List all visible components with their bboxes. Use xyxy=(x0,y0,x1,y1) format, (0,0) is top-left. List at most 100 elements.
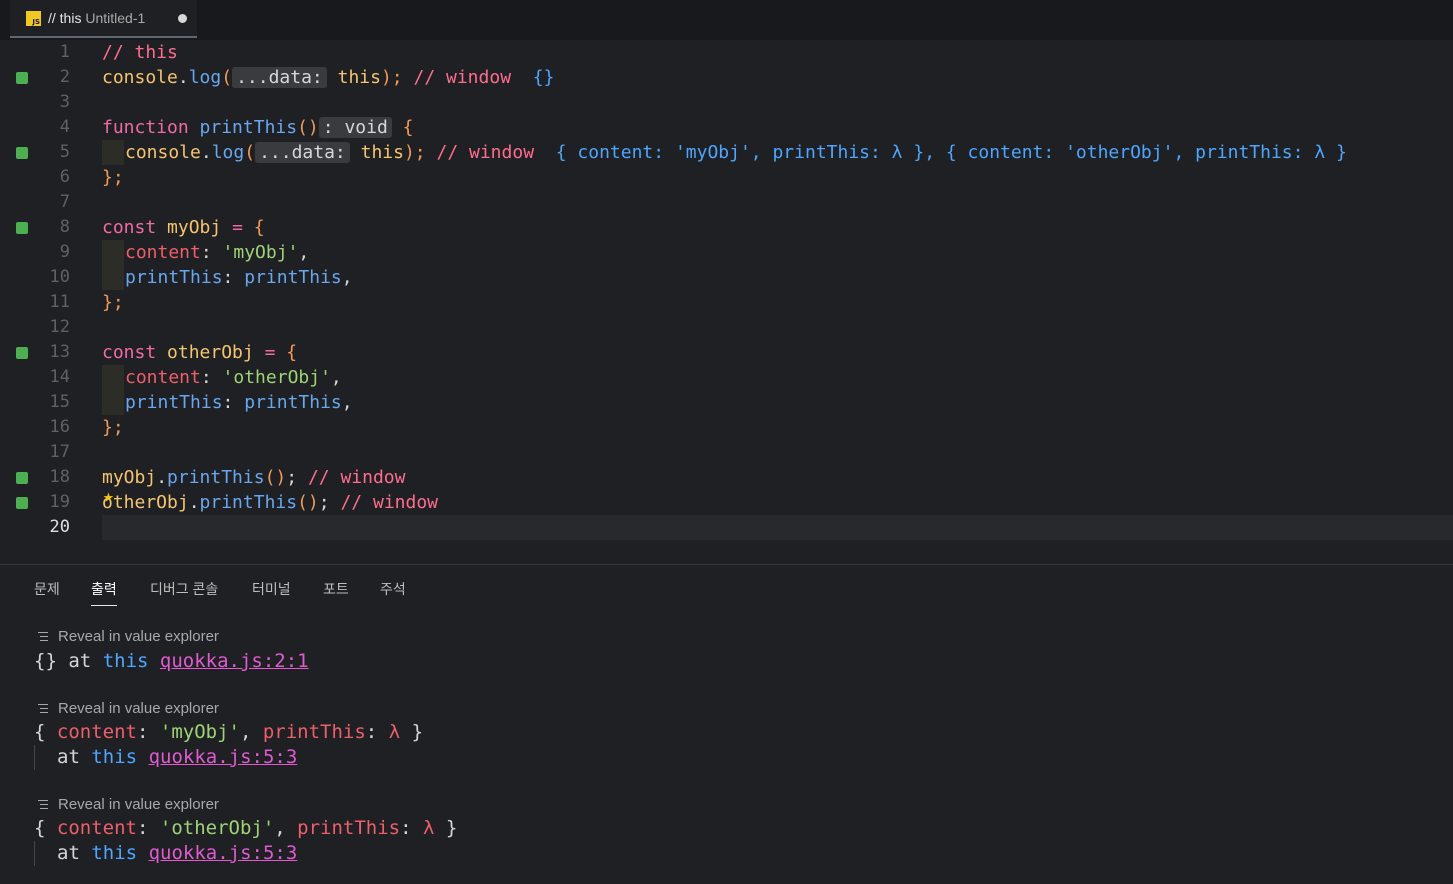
punct: { xyxy=(253,217,265,238)
line-number: 12 xyxy=(49,317,70,337)
line-number: 15 xyxy=(49,392,70,412)
reveal-text: Reveal in value explorer xyxy=(58,700,219,717)
code-line-10[interactable]: 10 printThis: printThis, xyxy=(0,265,1453,290)
comment: // window xyxy=(436,142,535,163)
tab-comments[interactable]: 주석 xyxy=(380,579,406,599)
code-line-20[interactable]: 20 xyxy=(0,515,1453,540)
operator: = xyxy=(264,342,276,363)
code-text: myObj.printThis(); // window xyxy=(102,465,406,490)
punct: . xyxy=(188,492,200,513)
inline-result: {} xyxy=(532,67,555,88)
code-text: content: 'otherObj', xyxy=(125,365,342,390)
reveal-in-value-explorer-link[interactable]: Reveal in value explorer xyxy=(36,796,219,813)
reveal-in-value-explorer-link[interactable]: Reveal in value explorer xyxy=(36,628,219,645)
punct: { xyxy=(34,721,46,743)
comment: // window xyxy=(340,492,439,513)
code-line-4[interactable]: 4 function printThis(): void { xyxy=(0,115,1453,140)
line-number: 1 xyxy=(59,42,70,62)
code-editor[interactable]: 1 // this 2 console.log(...data: this); … xyxy=(0,40,1453,562)
line-number: 10 xyxy=(49,267,70,287)
punct: , xyxy=(330,367,342,388)
string: 'myObj' xyxy=(222,242,299,263)
reveal-text: Reveal in value explorer xyxy=(58,796,219,813)
code-text: }; xyxy=(102,417,124,438)
output-entry-2-location: at this quokka.js:5:3 xyxy=(57,745,297,770)
punct: , xyxy=(298,242,310,263)
line-number: 16 xyxy=(49,417,70,437)
punct: : xyxy=(200,242,212,263)
unsaved-dot-icon[interactable] xyxy=(178,14,187,23)
identifier: printThis xyxy=(244,267,342,288)
punct: : xyxy=(222,392,234,413)
inlay-hint: ...data: xyxy=(255,142,350,163)
coverage-marker xyxy=(16,147,28,159)
code-text: }; xyxy=(102,167,124,188)
property-key: printThis xyxy=(262,721,366,743)
code-line-16[interactable]: 16 }; xyxy=(0,415,1453,440)
identifier: otherObj xyxy=(167,342,254,363)
code-line-5[interactable]: 5 console.log(...data: this); // window … xyxy=(0,140,1453,165)
property-key: content xyxy=(125,242,201,263)
tab-problems[interactable]: 문제 xyxy=(34,579,60,599)
code-line-11[interactable]: 11 }; xyxy=(0,290,1453,315)
output-at: at xyxy=(57,746,80,768)
line-number: 3 xyxy=(59,92,70,112)
coverage-marker xyxy=(16,222,28,234)
output-entry-3-location: at this quokka.js:5:3 xyxy=(57,841,297,866)
source-link[interactable]: quokka.js:5:3 xyxy=(149,746,298,768)
code-line-8[interactable]: 8 const myObj = { xyxy=(0,215,1453,240)
punct: , xyxy=(341,267,353,288)
identifier: myObj xyxy=(167,217,222,238)
output-entry-1: {} at this quokka.js:2:1 xyxy=(34,649,309,674)
reveal-in-value-explorer-link[interactable]: Reveal in value explorer xyxy=(36,700,219,717)
code-line-9[interactable]: 9 content: 'myObj', xyxy=(0,240,1453,265)
punct: () xyxy=(297,117,319,138)
code-line-18[interactable]: 18 myObj.printThis(); // window xyxy=(0,465,1453,490)
source-link[interactable]: quokka.js:5:3 xyxy=(149,842,298,864)
function-name: log xyxy=(188,67,222,88)
javascript-file-icon: JS xyxy=(26,11,41,26)
tab-debug-console[interactable]: 디버그 콘솔 xyxy=(150,579,218,599)
inlay-hint: ...data: xyxy=(232,67,327,88)
code-line-1[interactable]: 1 // this xyxy=(0,40,1453,65)
code-line-6[interactable]: 6 }; xyxy=(0,165,1453,190)
editor-tab-untitled[interactable]: JS // this Untitled-1 xyxy=(10,0,197,38)
code-line-15[interactable]: 15 printThis: printThis, xyxy=(0,390,1453,415)
comment: // this xyxy=(102,42,178,63)
identifier: printThis xyxy=(244,392,342,413)
tab-terminal[interactable]: 터미널 xyxy=(252,579,291,599)
string: 'otherObj' xyxy=(159,817,275,839)
code-text: function printThis(): void { xyxy=(102,115,414,140)
punct: ); xyxy=(403,142,426,163)
identifier: myObj xyxy=(102,467,157,488)
comment: // window xyxy=(307,467,406,488)
punct: ( xyxy=(244,142,256,163)
identifier: console xyxy=(102,67,178,88)
tab-bar: JS // this Untitled-1 xyxy=(0,0,1453,40)
punct: . xyxy=(177,67,189,88)
code-line-12[interactable]: 12 xyxy=(0,315,1453,340)
code-line-3[interactable]: 3 xyxy=(0,90,1453,115)
quokka-star-icon[interactable]: ★ xyxy=(103,488,121,506)
coverage-marker xyxy=(16,72,28,84)
punct: } xyxy=(445,817,458,839)
code-line-13[interactable]: 13 const otherObj = { xyxy=(0,340,1453,365)
code-text: }; xyxy=(102,292,124,313)
function-name: printThis xyxy=(199,117,298,138)
code-text: printThis: printThis, xyxy=(125,265,353,290)
tab-title-file: Untitled-1 xyxy=(85,10,146,26)
code-line-2[interactable]: 2 console.log(...data: this); // window … xyxy=(0,65,1453,90)
source-link[interactable]: quokka.js:2:1 xyxy=(160,650,309,672)
tab-title-this: // this xyxy=(48,10,82,26)
output-entry-2: { content: 'myObj', printThis: λ } xyxy=(34,721,424,743)
tab-label: // this Untitled-1 xyxy=(48,10,145,26)
output-at: at xyxy=(57,842,80,864)
code-line-19[interactable]: 19 otherObj.printThis(); // window xyxy=(0,490,1453,515)
tab-output[interactable]: 출력 xyxy=(91,579,117,606)
code-line-14[interactable]: 14 content: 'otherObj', xyxy=(0,365,1453,390)
code-line-17[interactable]: 17 xyxy=(0,440,1453,465)
line-number: 9 xyxy=(59,242,70,262)
property-key: printThis xyxy=(125,392,223,413)
tab-ports[interactable]: 포트 xyxy=(323,579,349,599)
code-line-7[interactable]: 7 xyxy=(0,190,1453,215)
